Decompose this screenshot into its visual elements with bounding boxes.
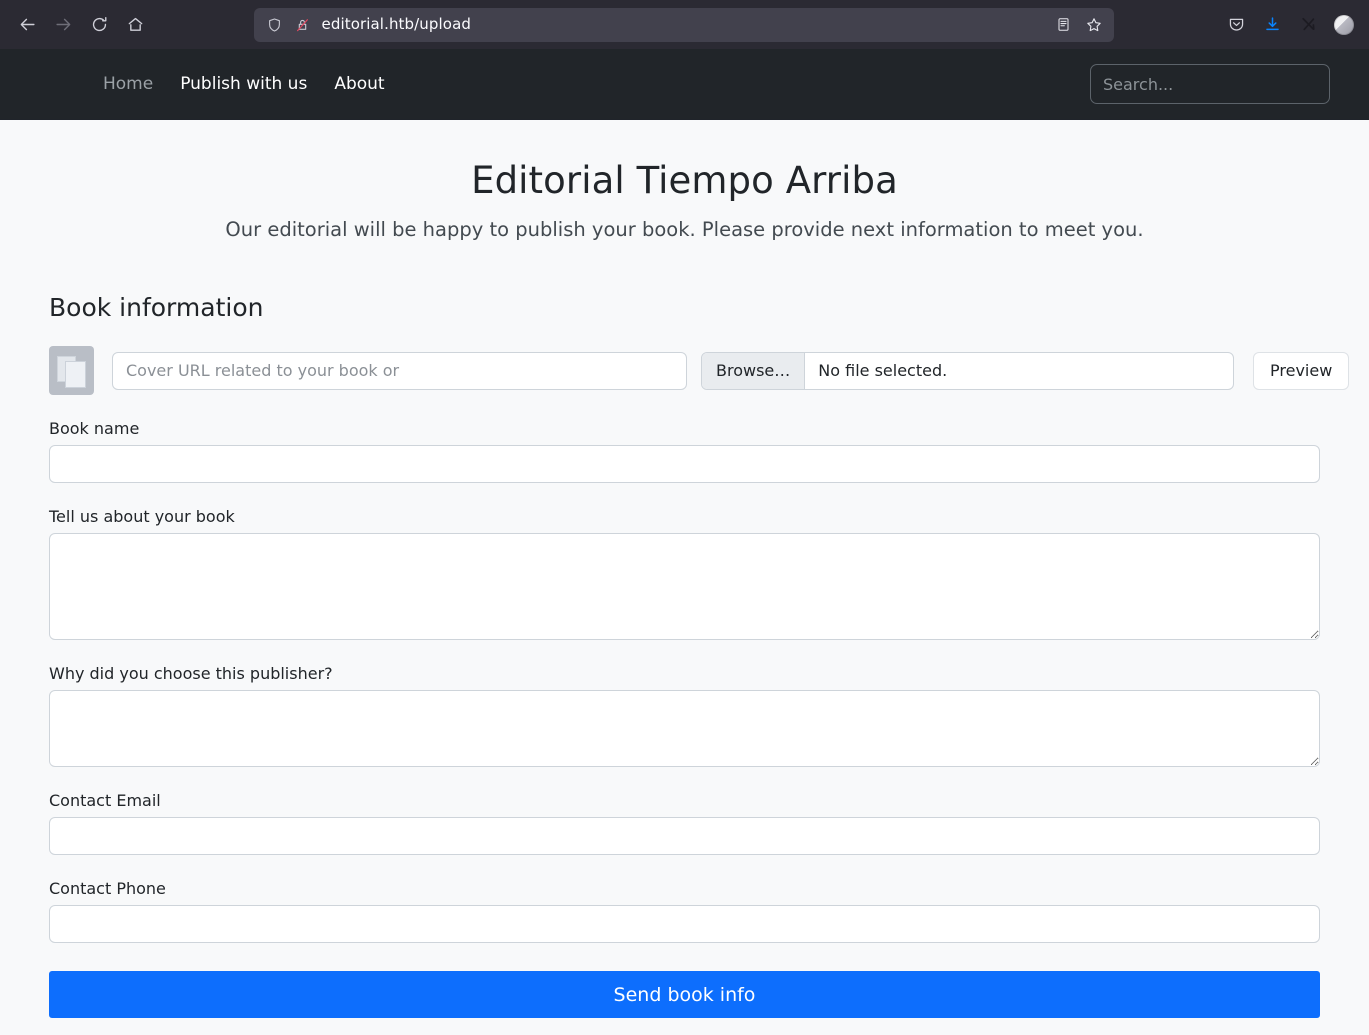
label-contact-email: Contact Email: [49, 791, 161, 810]
cover-file-input[interactable]: Browse… No file selected.: [701, 351, 1234, 390]
nav-link-home[interactable]: Home: [103, 75, 153, 93]
broken-image-page-front: [65, 361, 86, 388]
browser-actions: [1207, 10, 1359, 40]
search-input[interactable]: [1090, 64, 1330, 104]
about-book-textarea[interactable]: [49, 533, 1320, 640]
section-title-book-information: Book information: [49, 293, 264, 322]
label-about-book: Tell us about your book: [49, 507, 235, 526]
contact-email-input[interactable]: [49, 817, 1320, 855]
cover-url-input[interactable]: [112, 351, 687, 390]
home-button[interactable]: [118, 8, 152, 42]
contact-phone-input[interactable]: [49, 905, 1320, 943]
site-navbar: Home Publish with us About: [0, 49, 1369, 120]
page-content: Editorial Tiempo Arriba Our editorial wi…: [0, 120, 1369, 1034]
pocket-icon[interactable]: [1221, 10, 1251, 40]
book-upload-form: Browse… No file selected. Preview Book n…: [24, 346, 1350, 1018]
shield-icon[interactable]: [266, 16, 284, 34]
browse-button[interactable]: Browse…: [702, 352, 806, 389]
browser-toolbar: editorial.htb/upload: [0, 0, 1369, 49]
broken-image-icon: [49, 346, 94, 395]
lock-insecure-icon[interactable]: [294, 16, 312, 34]
nav-link-publish-with-us[interactable]: Publish with us: [180, 75, 307, 93]
bookmark-star-icon[interactable]: [1080, 11, 1108, 39]
forward-button[interactable]: [46, 8, 80, 42]
reload-button[interactable]: [82, 8, 116, 42]
page-title: Editorial Tiempo Arriba: [471, 159, 898, 202]
url-bar[interactable]: editorial.htb/upload: [253, 7, 1114, 42]
downloads-icon[interactable]: [1257, 10, 1287, 40]
avatar: [1334, 14, 1354, 35]
book-name-input[interactable]: [49, 445, 1320, 483]
account-avatar[interactable]: [1329, 10, 1359, 40]
site-nav-links: Home Publish with us About: [103, 75, 385, 93]
label-book-name: Book name: [49, 419, 140, 438]
send-book-info-button[interactable]: Send book info: [49, 971, 1320, 1018]
url-text[interactable]: editorial.htb/upload: [322, 17, 1040, 32]
cover-row: Browse… No file selected. Preview: [49, 346, 1350, 395]
extension-icon[interactable]: [1293, 10, 1323, 40]
page-subtitle: Our editorial will be happy to publish y…: [225, 218, 1144, 241]
form-container: Book information Browse… No file selecte…: [0, 293, 1369, 1018]
nav-link-about[interactable]: About: [334, 75, 384, 93]
preview-button[interactable]: Preview: [1253, 351, 1350, 390]
why-publisher-textarea[interactable]: [49, 690, 1320, 767]
label-contact-phone: Contact Phone: [49, 879, 166, 898]
hero-section: Editorial Tiempo Arriba Our editorial wi…: [0, 120, 1369, 241]
file-status-text: No file selected.: [818, 361, 948, 380]
back-button[interactable]: [10, 8, 44, 42]
label-why-publisher: Why did you choose this publisher?: [49, 664, 333, 683]
reader-view-icon[interactable]: [1050, 11, 1078, 39]
